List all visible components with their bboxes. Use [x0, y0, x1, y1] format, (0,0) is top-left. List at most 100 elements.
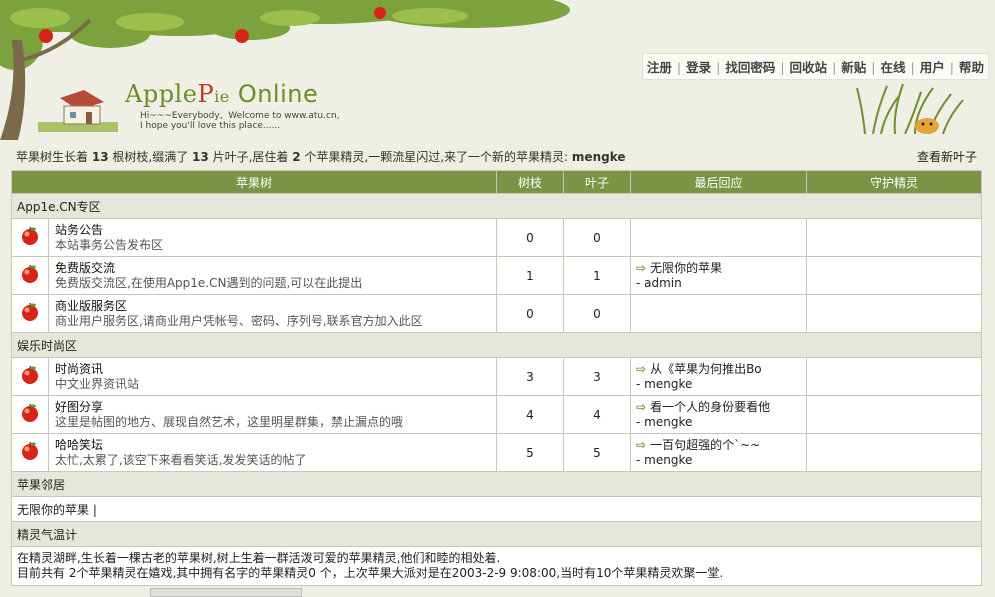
site-tagline: Hi~~~Everybody, Welcome to www.atu.cn, I… — [140, 111, 340, 131]
weather-title-row: 精灵气温计 — [11, 521, 982, 547]
last-reply-title-link[interactable]: 看一个人的身份要看他 — [650, 400, 770, 414]
house-illustration — [38, 90, 118, 132]
category-title[interactable]: 娱乐时尚区 — [11, 332, 982, 358]
apple-icon — [11, 294, 49, 333]
arrow-right-icon: ⇨ — [636, 399, 647, 414]
forum-description: 中文业界资讯站 — [55, 376, 140, 391]
neighbors-row: 无限你的苹果 | — [11, 496, 982, 522]
column-header-last-reply: 最后回应 — [630, 170, 807, 194]
nav-login-link[interactable]: 登录 — [686, 60, 711, 75]
stats-text: 个苹果精灵,一颗流星闪过,来了一个新的苹果精灵: — [304, 150, 569, 164]
stats-text: 苹果树生长着 — [16, 150, 89, 164]
forum-guardian — [806, 256, 982, 295]
apple-icon — [11, 357, 49, 396]
table-header-row: 苹果树 树枝 叶子 最后回应 守护精灵 — [11, 170, 982, 194]
last-reply-title-link[interactable]: 从《苹果为何推出Bo — [650, 362, 762, 376]
forum-row: 哈哈笑坛 太忙,太累了,该空下来看看笑话,发发笑话的帖了 5 5 ⇨ 一百句超强的个… — [11, 433, 982, 472]
nav-recycle-bin-link[interactable]: 回收站 — [790, 60, 828, 75]
forum-branches-count: 5 — [496, 433, 564, 472]
column-header-branches: 树枝 — [496, 170, 564, 194]
forum-name-link[interactable]: 免费版交流 — [55, 261, 496, 276]
column-header-leaves: 叶子 — [563, 170, 631, 194]
weather-line-2: 目前共有 2个苹果精灵在嬉戏,其中拥有名字的苹果精灵0 个，上次苹果大派对是在2… — [17, 566, 724, 580]
neighbor-link[interactable]: 无限你的苹果 — [17, 503, 89, 517]
page-header: ApplePie Online Hi~~~Everybody, Welcome … — [0, 0, 995, 145]
apple-icon — [11, 218, 49, 257]
forum-description: 这里是帖图的地方、展现自然艺术，这里明星群集，禁止漏点的哦 — [55, 414, 404, 429]
neighbors-title: 苹果邻居 — [11, 471, 982, 497]
top-navigation: 注册 | 登录 | 找回密码 | 回收站 | 新贴 | 在线 | 用户 | 帮助 — [641, 53, 989, 80]
forum-leaves-count: 0 — [563, 294, 631, 333]
stats-branches-count: 13 — [91, 150, 109, 164]
forum-info: 站务公告 本站事务公告发布区 — [48, 218, 497, 257]
site-logo: ApplePie Online — [125, 80, 318, 108]
forum-name-link[interactable]: 哈哈笑坛 — [55, 438, 496, 453]
apple-icon — [11, 433, 49, 472]
last-reply-user-link[interactable]: - mengke — [636, 377, 806, 392]
neighbors-title-row: 苹果邻居 — [11, 471, 982, 497]
grass-decoration — [856, 83, 964, 134]
nav-new-posts-link[interactable]: 新贴 — [841, 60, 866, 75]
forum-last-reply — [630, 294, 807, 333]
last-reply-user-link[interactable]: - mengke — [636, 415, 806, 430]
forum-info: 好图分享 这里是帖图的地方、展现自然艺术，这里明星群集，禁止漏点的哦 — [48, 395, 497, 434]
weather-row: 在精灵湖畔,生长着一棵古老的苹果树,树上生着一群活泼可爱的苹果精灵,他们和睦的相… — [11, 546, 982, 586]
category-row: App1e.CN专区 — [11, 193, 982, 219]
forum-leaves-count: 5 — [563, 433, 631, 472]
newest-member-link[interactable]: mengke — [572, 150, 626, 164]
nav-register-link[interactable]: 注册 — [647, 60, 672, 75]
apple-icon — [11, 256, 49, 295]
stats-leaves-count: 13 — [192, 150, 209, 164]
forum-info: 哈哈笑坛 太忙,太累了,该空下来看看笑话,发发笑话的帖了 — [48, 433, 497, 472]
forum-table: 苹果树 树枝 叶子 最后回应 守护精灵 App1e.CN专区 站务公告 本站事务公… — [11, 170, 982, 586]
forum-name-link[interactable]: 好图分享 — [55, 400, 496, 415]
neighbors-list: 无限你的苹果 | — [11, 496, 982, 522]
forum-last-reply — [630, 218, 807, 257]
last-reply-user-link[interactable]: - admin — [636, 276, 806, 291]
forum-name-link[interactable]: 商业版服务区 — [55, 299, 496, 314]
logo-text-p: P — [197, 80, 215, 108]
forum-guardian — [806, 357, 982, 396]
forum-last-reply: ⇨ 从《苹果为何推出Bo - mengke — [630, 357, 807, 396]
stats-text: 根树枝,缀满了 — [112, 150, 189, 164]
forum-guardian — [806, 395, 982, 434]
last-reply-title-link[interactable]: 无限你的苹果 — [650, 261, 722, 275]
forum-guardian — [806, 294, 982, 333]
column-header-tree: 苹果树 — [11, 170, 497, 194]
logo-text-ie: ie — [214, 87, 230, 106]
neighbor-separator: | — [92, 502, 97, 517]
forum-name-link[interactable]: 时尚资讯 — [55, 362, 496, 377]
apple-icon — [11, 395, 49, 434]
stats-text: 片叶子,居住着 — [212, 150, 289, 164]
logo-text-online: Online — [237, 80, 319, 108]
last-reply-title-link[interactable]: 一百句超强的个`~~ — [650, 438, 760, 452]
forum-guardian — [806, 218, 982, 257]
forum-description: 本站事务公告发布区 — [55, 237, 164, 252]
forum-last-reply: ⇨ 一百句超强的个`~~ - mengke — [630, 433, 807, 472]
arrow-right-icon: ⇨ — [636, 437, 647, 452]
forum-guardian — [806, 433, 982, 472]
forum-name-link[interactable]: 站务公告 — [55, 223, 496, 238]
nav-recover-password-link[interactable]: 找回密码 — [725, 60, 775, 75]
category-row: 娱乐时尚区 — [11, 332, 982, 358]
forum-leaves-count: 3 — [563, 357, 631, 396]
forum-description: 商业用户服务区,请商业用户凭帐号、密码、序列号,联系官方加入此区 — [55, 313, 423, 328]
nav-help-link[interactable]: 帮助 — [959, 60, 984, 75]
forum-leaves-count: 1 — [563, 256, 631, 295]
column-header-guardian: 守护精灵 — [806, 170, 982, 194]
bottom-status-strip — [150, 588, 302, 597]
forum-row: 免费版交流 免费版交流区,在使用App1e.CN遇到的问题,可以在此提出 1 1 … — [11, 256, 982, 295]
forum-last-reply: ⇨ 无限你的苹果 - admin — [630, 256, 807, 295]
forum-description: 免费版交流区,在使用App1e.CN遇到的问题,可以在此提出 — [55, 275, 363, 290]
forum-description: 太忙,太累了,该空下来看看笑话,发发笑话的帖了 — [55, 452, 307, 467]
category-title[interactable]: App1e.CN专区 — [11, 193, 982, 219]
forum-info: 商业版服务区 商业用户服务区,请商业用户凭帐号、密码、序列号,联系官方加入此区 — [48, 294, 497, 333]
weather-info: 在精灵湖畔,生长着一棵古老的苹果树,树上生着一群活泼可爱的苹果精灵,他们和睦的相… — [11, 546, 982, 586]
nav-online-link[interactable]: 在线 — [881, 60, 906, 75]
view-new-leaves-link[interactable]: 查看新叶子 — [917, 148, 977, 165]
forum-last-reply: ⇨ 看一个人的身份要看他 - mengke — [630, 395, 807, 434]
weather-line-1: 在精灵湖畔,生长着一棵古老的苹果树,树上生着一群活泼可爱的苹果精灵,他们和睦的相… — [17, 551, 501, 565]
last-reply-user-link[interactable]: - mengke — [636, 453, 806, 468]
nav-users-link[interactable]: 用户 — [920, 60, 945, 75]
forum-branches-count: 0 — [496, 294, 564, 333]
